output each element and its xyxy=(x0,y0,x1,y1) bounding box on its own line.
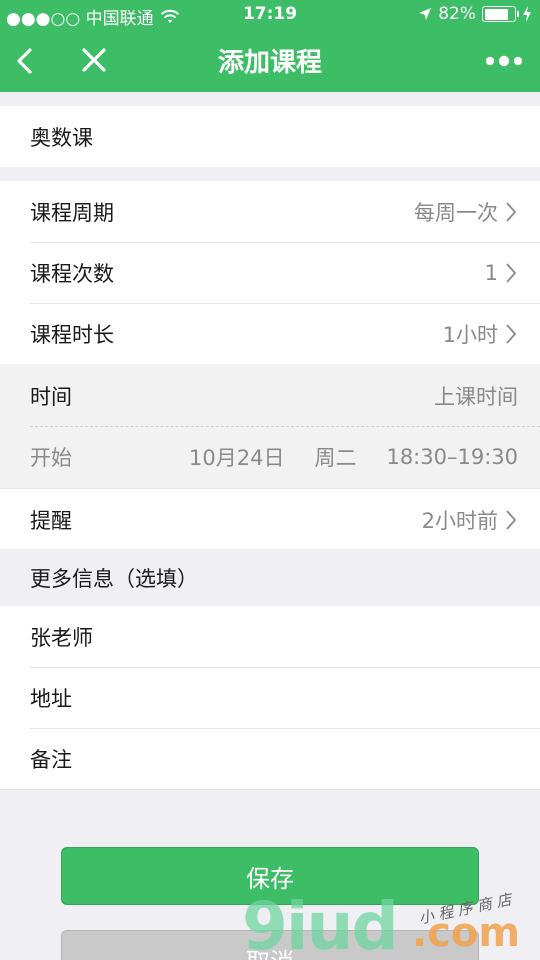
battery-tip xyxy=(517,11,519,17)
reminder-group: 提醒 2小时前 xyxy=(0,488,540,550)
course-cycle-row[interactable]: 课程周期 每周一次 xyxy=(0,181,540,242)
battery-icon xyxy=(482,6,519,22)
battery-fill xyxy=(484,8,509,20)
navigation-bar: 添加课程 xyxy=(0,30,540,92)
chevron-right-icon xyxy=(506,201,517,222)
start-label: 开始 xyxy=(30,445,72,470)
time-row[interactable]: 时间 上课时间 xyxy=(0,365,540,426)
reminder-row[interactable]: 提醒 2小时前 xyxy=(0,489,540,550)
course-duration-row[interactable]: 课程时长 1小时 xyxy=(0,303,540,364)
start-time-range: 18:30–19:30 xyxy=(386,444,518,469)
time-block: 时间 上课时间 开始 10月24日 周二 18:30–19:30 xyxy=(0,365,540,487)
course-count-row[interactable]: 课程次数 1 xyxy=(0,242,540,303)
status-bar: ●●●○○ 中国联通 17:19 82% xyxy=(0,0,540,30)
more-info-group: 张老师 地址 备注 xyxy=(0,606,540,790)
start-date: 10月24日 xyxy=(189,445,285,470)
note-field[interactable]: 备注 xyxy=(0,728,540,789)
chevron-right-icon xyxy=(506,262,517,283)
more-button[interactable] xyxy=(484,44,524,78)
save-button[interactable]: 保存 xyxy=(61,847,479,905)
course-name-value: 奥数课 xyxy=(30,125,93,150)
course-name-field[interactable]: 奥数课 xyxy=(0,106,540,167)
more-info-title: 更多信息（选填） xyxy=(0,549,540,606)
course-duration-label: 课程时长 xyxy=(30,322,114,347)
start-weekday: 周二 xyxy=(314,445,357,470)
more-dots-icon xyxy=(485,55,523,67)
course-cycle-label: 课程周期 xyxy=(30,200,114,225)
reminder-label: 提醒 xyxy=(30,508,72,533)
teacher-field[interactable]: 张老师 xyxy=(0,606,540,667)
time-label: 时间 xyxy=(30,384,72,409)
time-value: 上课时间 xyxy=(434,384,518,409)
cancel-button[interactable]: 取消 xyxy=(61,930,479,960)
location-arrow-icon xyxy=(419,8,432,20)
reminder-value: 2小时前 xyxy=(421,508,498,533)
battery-percent: 82% xyxy=(438,4,476,24)
course-count-label: 课程次数 xyxy=(30,261,114,286)
status-right: 82% xyxy=(418,4,532,24)
dashed-divider xyxy=(30,426,540,427)
course-count-value: 1 xyxy=(484,260,498,285)
course-cycle-value: 每周一次 xyxy=(414,200,498,225)
page-title: 添加课程 xyxy=(217,48,322,78)
address-field[interactable]: 地址 xyxy=(0,667,540,728)
course-name-group: 奥数课 xyxy=(0,106,540,167)
chevron-right-icon xyxy=(506,509,517,530)
course-settings-group: 课程周期 每周一次 课程次数 1 课程时长 1小时 xyxy=(0,181,540,364)
start-time-row[interactable]: 开始 10月24日 周二 18:30–19:30 xyxy=(0,426,540,487)
charging-bolt-icon xyxy=(523,6,531,22)
note-placeholder: 备注 xyxy=(30,747,72,772)
teacher-value: 张老师 xyxy=(30,625,93,650)
course-duration-value: 1小时 xyxy=(442,322,498,347)
chevron-right-icon xyxy=(506,323,517,344)
app-header: ●●●○○ 中国联通 17:19 82% 添加课程 xyxy=(0,0,540,92)
address-placeholder: 地址 xyxy=(30,686,72,711)
